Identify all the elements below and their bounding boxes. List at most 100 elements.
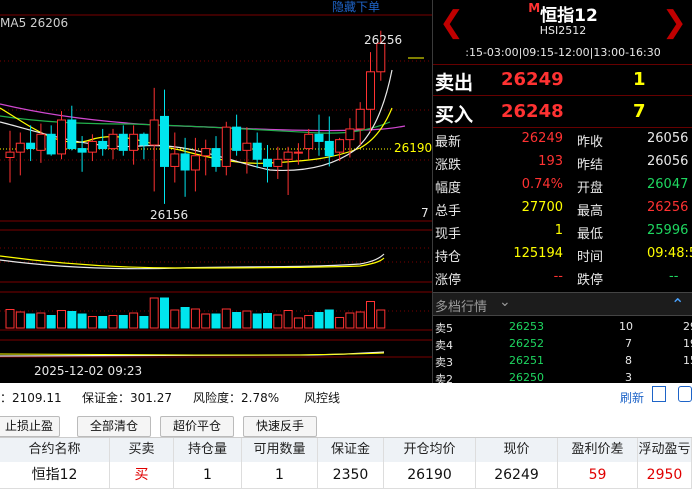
stat-row-limit: 涨停 -- 跌停 --: [433, 266, 692, 289]
table-header-cell[interactable]: 买卖: [110, 438, 174, 462]
volume-bar: [232, 312, 242, 329]
volume-bar: [283, 310, 293, 329]
volume-bar: [304, 315, 314, 329]
table-cell: 26190: [384, 462, 476, 488]
candle-body: [252, 142, 262, 160]
stat-label: 现手: [435, 227, 462, 242]
high-price-label: 26256: [364, 33, 403, 47]
depth-volume: 8: [625, 354, 632, 367]
indicator3-yellow: [0, 352, 385, 356]
candle-body: [87, 140, 97, 153]
bid-row: 买入 26248 7: [433, 96, 692, 128]
stat-label: 持仓: [435, 250, 462, 265]
double-chevron-down-icon[interactable]: ⌄: [499, 294, 511, 310]
depth-header[interactable]: 多档行情 ⌄ ⌃: [433, 292, 692, 316]
candle-body: [211, 148, 221, 167]
depth-row[interactable]: 卖5 26253 10 29: [433, 320, 692, 335]
quick-reverse-button[interactable]: 快速反手: [243, 416, 317, 437]
volume-bar: [87, 316, 97, 329]
table-cell: 恒指12: [0, 462, 110, 488]
ask-label: 卖出: [435, 72, 474, 94]
depth-row[interactable]: 卖4 26252 7 19: [433, 337, 692, 352]
stat-value: 25996: [647, 223, 689, 238]
account-status-bar: ：2109.11 保证金：301.27 风险度：2.78% 风控线 刷新: [0, 383, 692, 409]
stat-row-volume: 总手 27700 最高 26256: [433, 197, 692, 220]
right-axis-label: 7: [421, 206, 429, 220]
candle-body: [221, 126, 231, 167]
volume-bar: [57, 310, 66, 329]
table-header-cell[interactable]: 合约名称: [0, 438, 110, 462]
candle-body: [129, 133, 139, 151]
table-cell: 1: [242, 462, 318, 488]
chevron-up-icon[interactable]: ⌃: [671, 295, 684, 314]
settings-icon[interactable]: [678, 386, 692, 402]
table-header-cell[interactable]: 保证金: [318, 438, 384, 462]
stat-value: 193: [538, 154, 563, 169]
depth-extra: 19: [683, 337, 692, 350]
hide-order-link[interactable]: 隐藏下单: [332, 0, 380, 15]
volume-bar: [335, 317, 345, 329]
volume-bar: [355, 311, 365, 329]
stat-label: 最新: [435, 135, 462, 150]
table-row[interactable]: 恒指12 买 1 1 2350 26190 26249 59 2950: [0, 462, 692, 489]
table-cell: 1: [174, 462, 242, 488]
candle-body: [335, 139, 345, 153]
volume-bar: [149, 297, 159, 329]
stat-label: 开盘: [577, 181, 604, 196]
contract-mark: M: [528, 1, 541, 15]
candle-body: [57, 119, 66, 155]
ma-label: MA5 26206: [0, 16, 69, 30]
over-price-close-button[interactable]: 超价平仓: [160, 416, 234, 437]
table-header-cell[interactable]: 浮动盈亏: [638, 438, 692, 462]
volume-bar: [15, 311, 25, 329]
table-header-cell[interactable]: 开仓均价: [384, 438, 476, 462]
close-all-button[interactable]: 全部清仓: [77, 416, 151, 437]
volume-bar: [129, 312, 139, 329]
candle-body: [283, 151, 293, 160]
table-header-cell[interactable]: 可用数量: [242, 438, 318, 462]
depth-row[interactable]: 卖3 26251 8 15: [433, 354, 692, 369]
candle-body: [263, 158, 272, 167]
table-header-cell[interactable]: 盈利价差: [558, 438, 638, 462]
depth-label: 卖5: [435, 322, 453, 335]
volume-bar: [242, 310, 252, 329]
candle-body: [36, 133, 46, 151]
depth-extra: 29: [683, 320, 692, 333]
candle-body: [46, 133, 56, 155]
table-header-cell[interactable]: 现价: [476, 438, 558, 462]
quote-panel: ❮ ❯ M恒指12 HSI2512 :15-03:00|09:15-12:00|…: [432, 0, 692, 386]
volume-bar: [77, 313, 87, 329]
candle-body: [160, 115, 169, 167]
volume-bar: [201, 313, 211, 329]
bid-price[interactable]: 26248: [501, 101, 564, 122]
volume-bar: [293, 317, 303, 329]
table-cell: 2350: [318, 462, 384, 488]
depth-price: 26253: [509, 320, 544, 333]
candle-body: [314, 133, 324, 142]
ask-row: 卖出 26249 1: [433, 64, 692, 96]
open-price-label: 26190: [394, 141, 433, 155]
volume-bar: [190, 308, 200, 329]
volume-bar: [108, 315, 118, 329]
ask-price[interactable]: 26249: [501, 69, 564, 90]
table-header-row: 合约名称 买卖 持仓量 可用数量 保证金 开仓均价 现价 盈利价差 浮动盈亏: [0, 437, 692, 463]
volume-bar: [118, 315, 128, 329]
contract-code: HSI2512: [539, 24, 587, 37]
volume-bar: [5, 309, 15, 329]
table-header-cell[interactable]: 持仓量: [174, 438, 242, 462]
candle-group: [5, 30, 386, 204]
depth-volume: 7: [625, 337, 632, 350]
table-cell: 59: [558, 462, 638, 488]
bid-volume: 7: [633, 101, 646, 122]
refresh-link[interactable]: 刷新: [620, 389, 644, 406]
stat-label: 跌停: [577, 273, 604, 288]
stat-row-oi: 持仓 125194 时间 09:48:54: [433, 243, 692, 266]
kline-chart[interactable]: MA5 26206 隐藏下单 26256 26156 26190 7 2025-…: [0, 0, 432, 383]
volume-bar: [273, 314, 283, 329]
candle-body: [190, 155, 200, 171]
export-icon[interactable]: [652, 386, 666, 402]
low-price-label: 26156: [150, 208, 189, 222]
stat-row-current: 现手 1 最低 25996: [433, 220, 692, 243]
stop-loss-take-profit-button[interactable]: 止损止盈: [0, 416, 60, 437]
stat-label: 最高: [577, 204, 604, 219]
